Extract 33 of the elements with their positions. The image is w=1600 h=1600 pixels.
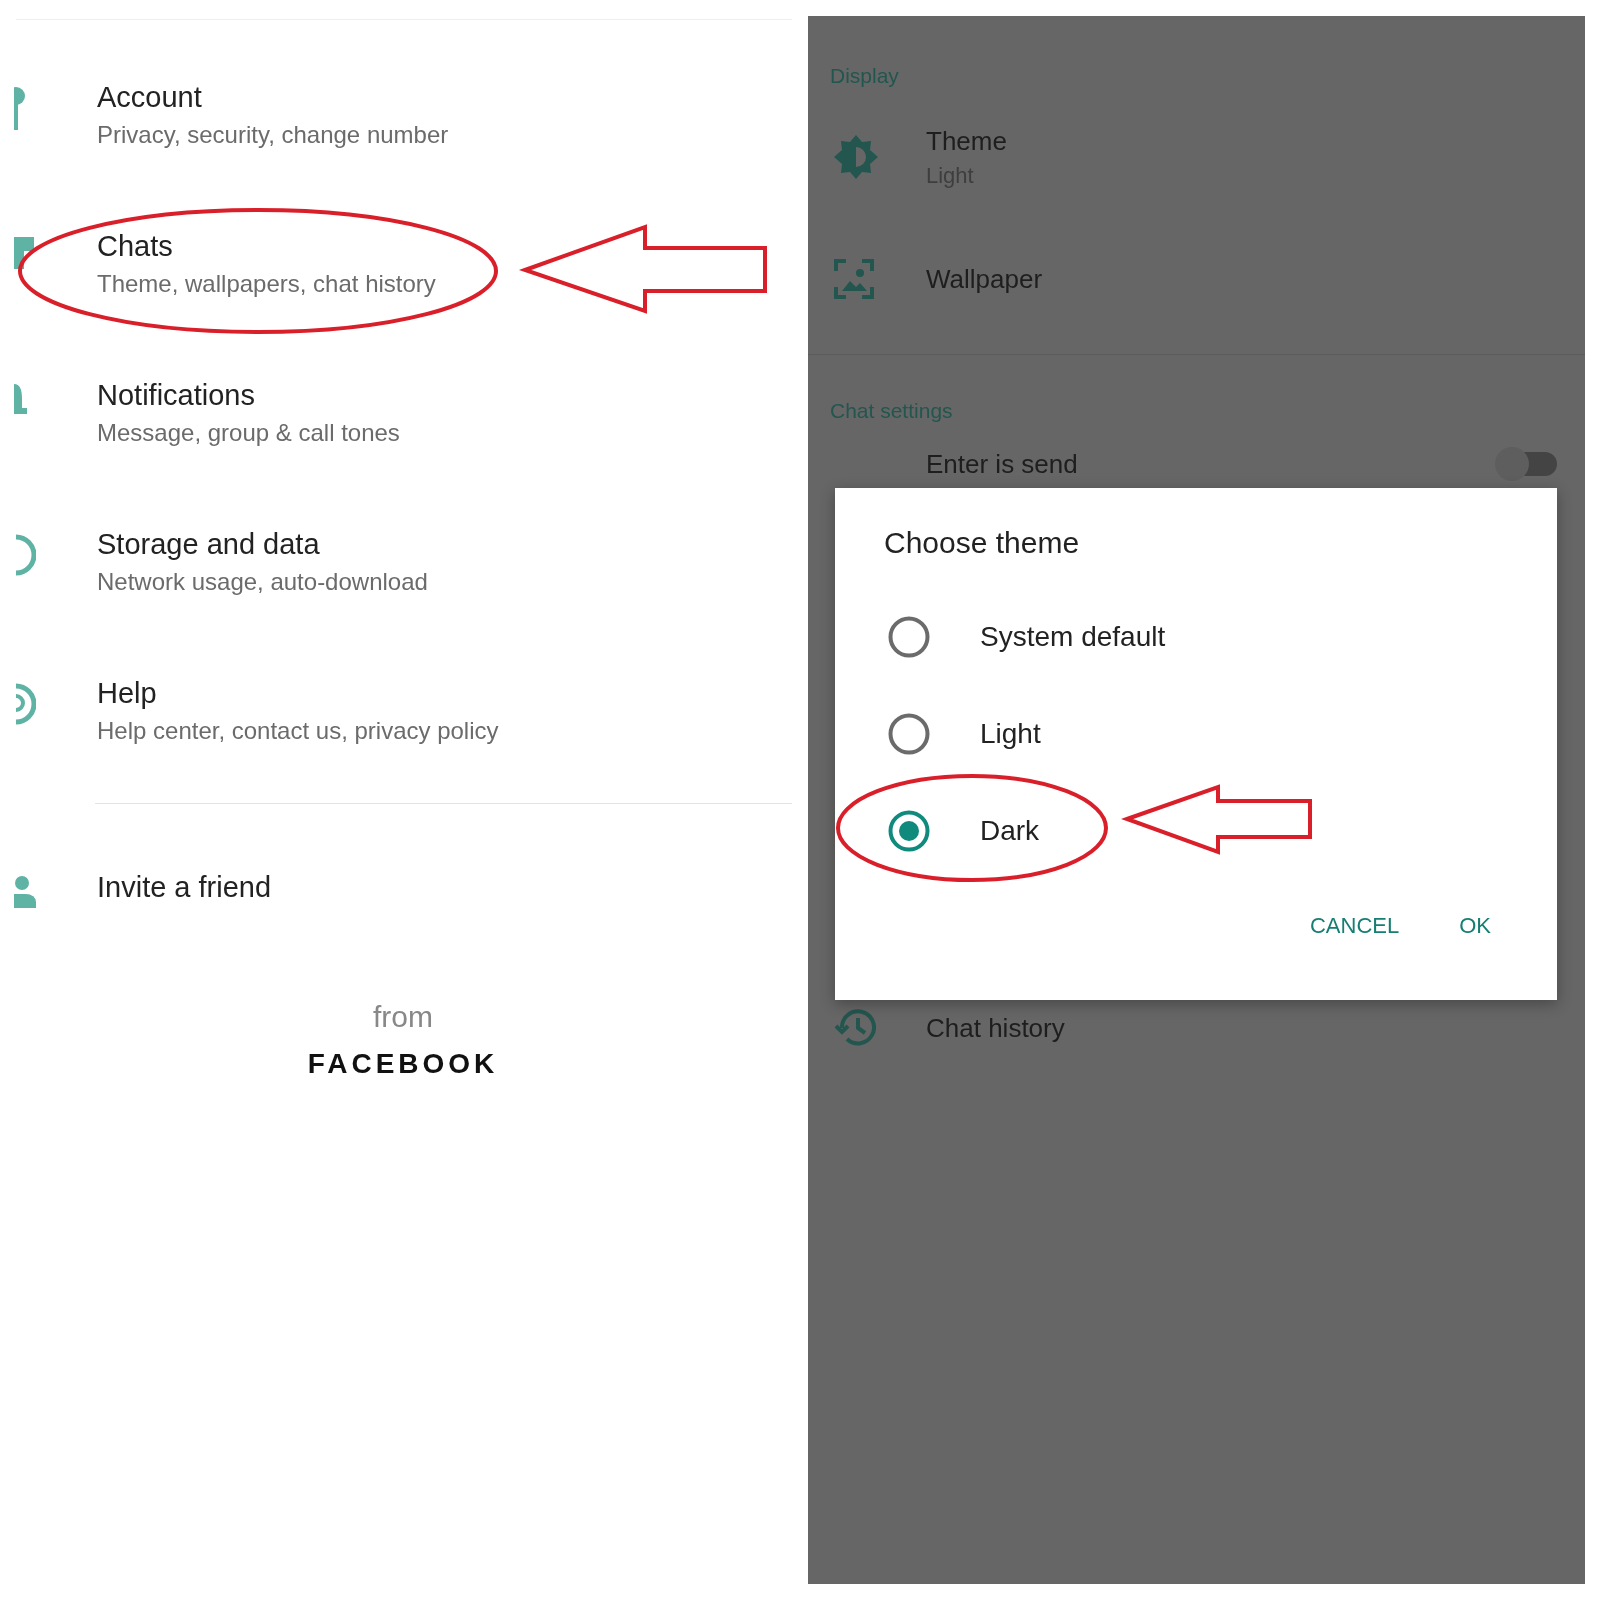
storage-icon <box>14 533 36 577</box>
settings-title[interactable]: Chats <box>97 229 436 263</box>
settings-title[interactable]: Notifications <box>97 378 400 412</box>
invite-friend-item[interactable]: Invite a friend <box>97 870 272 904</box>
settings-title[interactable]: Storage and data <box>97 527 428 561</box>
ok-button[interactable]: OK <box>1439 901 1511 951</box>
person-icon <box>14 876 38 910</box>
option-label[interactable]: System default <box>980 620 1166 653</box>
settings-subtitle: Network usage, auto-download <box>97 568 428 596</box>
radio-button[interactable] <box>888 712 930 755</box>
settings-subtitle: Theme, wallpapers, chat history <box>97 270 436 298</box>
settings-subtitle: Privacy, security, change number <box>97 121 449 149</box>
dialog-title: Choose theme <box>884 526 1081 561</box>
wallpaper-icon <box>834 259 874 299</box>
key-icon <box>14 86 26 130</box>
section-header: Display <box>829 64 900 89</box>
help-icon <box>14 682 36 726</box>
from-label: from <box>373 1000 433 1034</box>
option-label[interactable]: Dark <box>980 814 1040 847</box>
settings-title[interactable]: Help <box>97 676 499 710</box>
settings-subtitle: Help center, contact us, privacy policy <box>97 717 499 745</box>
option-label[interactable]: Light <box>980 717 1041 750</box>
cancel-button[interactable]: CANCEL <box>1289 901 1420 951</box>
chat-icon <box>14 235 36 271</box>
section-header: Chat settings <box>829 399 954 424</box>
history-icon <box>834 1008 876 1048</box>
radio-selected[interactable] <box>888 809 930 852</box>
radio-button[interactable] <box>888 615 930 658</box>
brightness-icon <box>834 135 878 179</box>
settings-subtitle: Message, group & call tones <box>97 419 400 447</box>
brand-wordmark: FACEBOOK <box>307 1048 499 1080</box>
bell-icon <box>14 384 28 414</box>
settings-title[interactable]: Account <box>97 80 449 114</box>
